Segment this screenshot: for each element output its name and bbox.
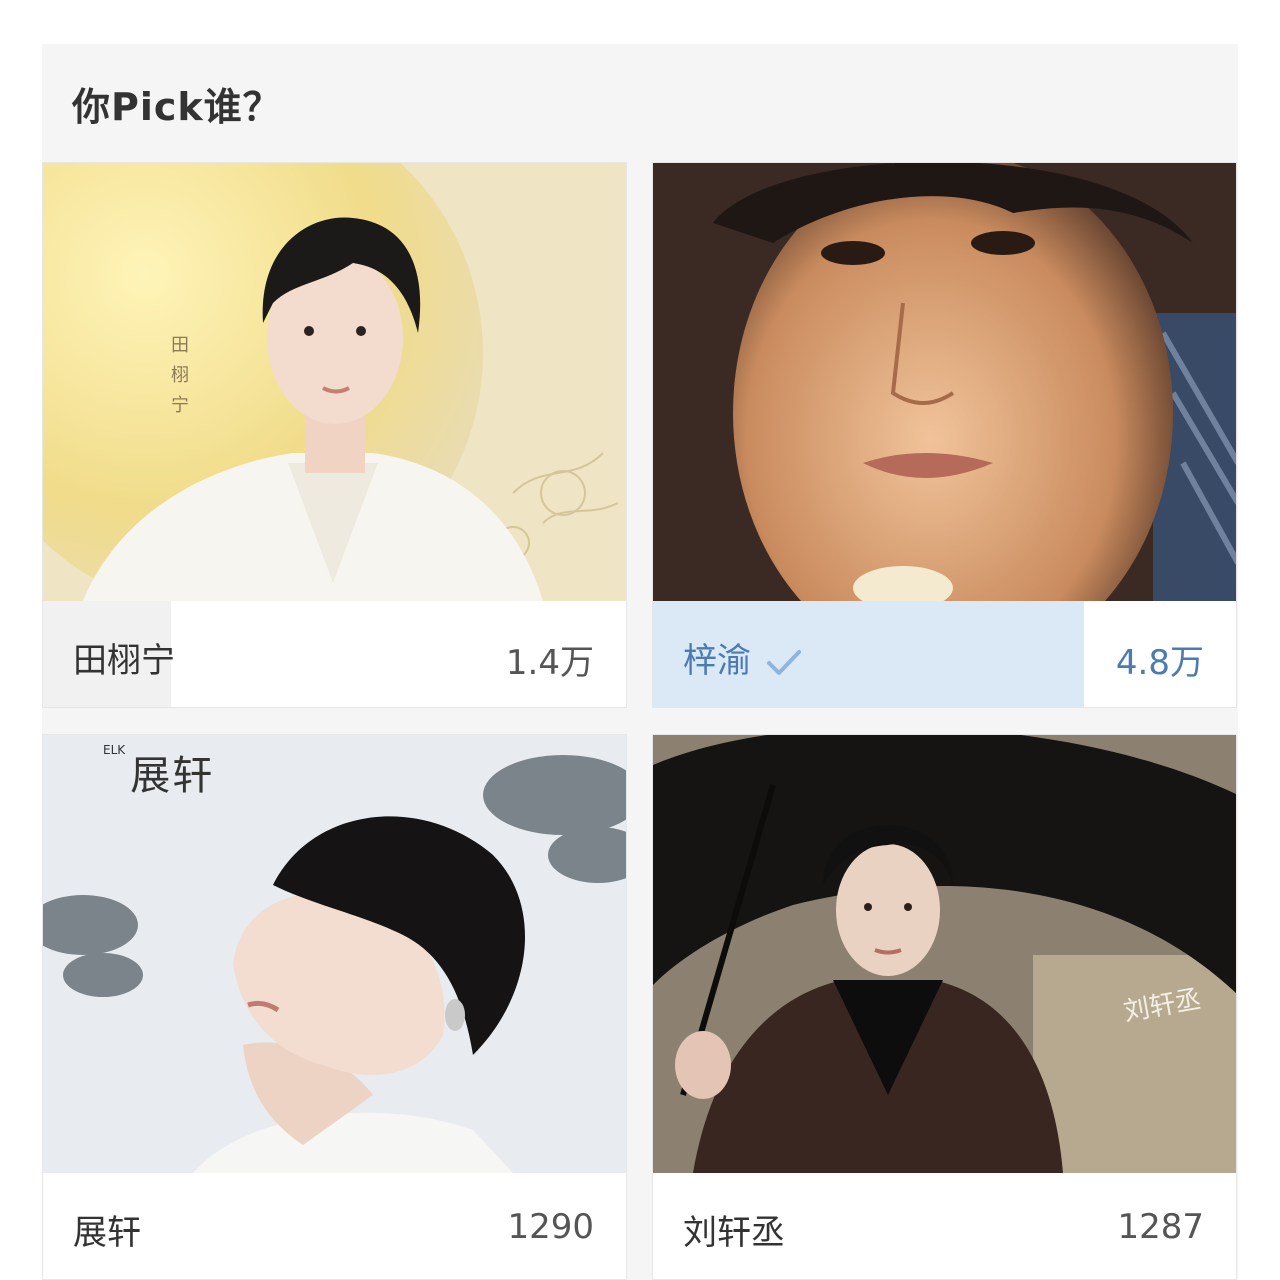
vote-bar: 梓渝 4.8万 bbox=[653, 601, 1236, 707]
poll-option-4[interactable]: 刘轩丞 刘轩丞 1287 bbox=[652, 734, 1237, 1280]
vote-bar: 展轩 1290 bbox=[43, 1173, 626, 1279]
vote-bar: 田栩宁 1.4万 bbox=[43, 601, 626, 707]
poll-title: 你Pick谁？ bbox=[72, 85, 282, 129]
option-photo bbox=[653, 163, 1236, 601]
vote-bar: 刘轩丞 1287 bbox=[653, 1173, 1236, 1279]
option-name: 梓渝 bbox=[683, 633, 803, 682]
photo-logo: ELK 展轩 bbox=[103, 743, 214, 801]
poll-option-2[interactable]: 梓渝 4.8万 bbox=[652, 162, 1237, 708]
option-name: 展轩 bbox=[73, 1213, 141, 1253]
vote-count: 1287 bbox=[1117, 1207, 1204, 1247]
photo-logo-elk: ELK bbox=[103, 743, 126, 757]
option-photo: 田栩宁 bbox=[43, 163, 626, 601]
check-icon bbox=[765, 648, 803, 678]
option-photo: 刘轩丞 bbox=[653, 735, 1236, 1173]
photo-vertical-text: 田栩宁 bbox=[171, 335, 189, 416]
option-name: 田栩宁 bbox=[73, 641, 175, 681]
option-photo: ELK 展轩 bbox=[43, 735, 626, 1173]
vote-count: 4.8万 bbox=[1115, 643, 1204, 683]
option-name-text: 梓渝 bbox=[683, 641, 751, 681]
vote-count: 1290 bbox=[507, 1207, 594, 1247]
vote-count: 1.4万 bbox=[505, 643, 594, 683]
poll-option-1[interactable]: 田栩宁 田栩宁 1.4万 bbox=[42, 162, 627, 708]
photo-logo-title: 展轩 bbox=[130, 753, 215, 799]
option-name: 刘轩丞 bbox=[683, 1213, 785, 1253]
poll-option-3[interactable]: ELK 展轩 展轩 1290 bbox=[42, 734, 627, 1280]
